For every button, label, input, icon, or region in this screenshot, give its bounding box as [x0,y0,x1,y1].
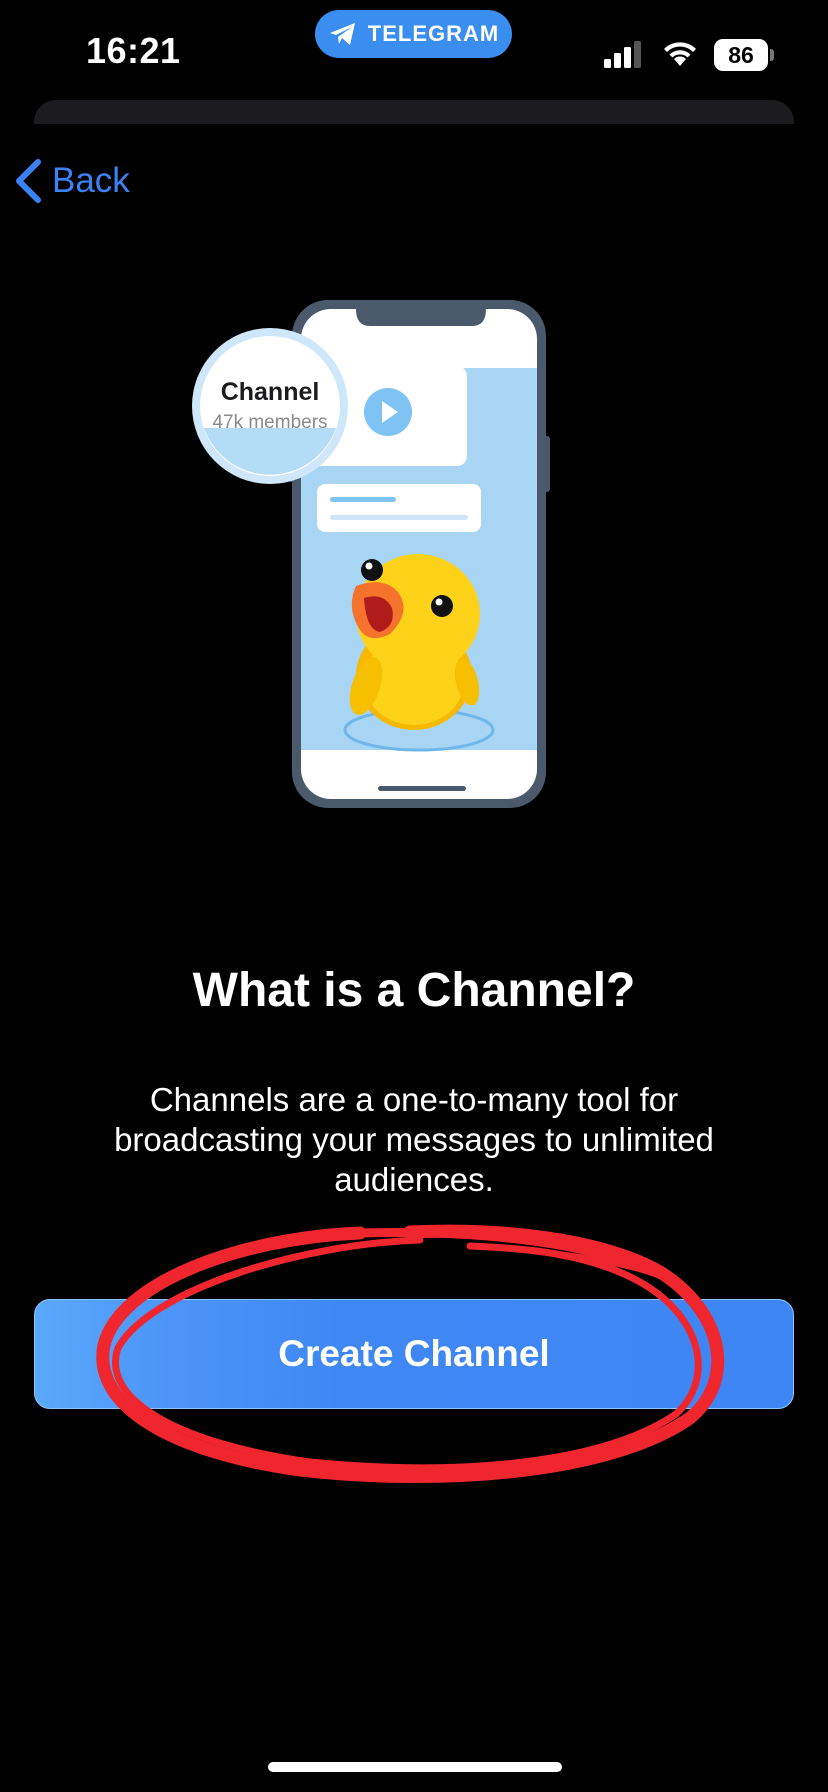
battery-indicator: 86 [714,39,768,71]
status-bar: 16:21 TELEGRAM 86 [0,0,828,100]
create-channel-label: Create Channel [278,1333,550,1374]
channel-name: Channel [220,378,320,406]
channel-illustration: Channel 47k members [186,296,556,816]
telegram-plane-icon [329,23,355,45]
page-title: What is a Channel? [192,964,636,1017]
create-channel-button[interactable]: Create Channel [34,1299,794,1409]
back-button[interactable]: Back [14,156,130,206]
cellular-signal-icon [604,41,641,68]
telegram-return-pill[interactable]: TELEGRAM [315,10,512,58]
red-circle-annotation [96,1224,725,1483]
home-indicator[interactable] [268,1762,562,1772]
description-text: Channels are a one-to-many tool for broa… [114,1081,714,1198]
channel-members: 47k members [212,412,328,433]
status-time: 16:21 [86,30,181,71]
telegram-pill-label: TELEGRAM [367,21,500,46]
battery-tip [770,49,774,61]
phone-duck-illustration [192,300,550,808]
wifi-icon [664,42,696,66]
back-label: Back [52,161,130,200]
sheet-top-edge [34,100,794,124]
chevron-left-icon [16,159,41,203]
